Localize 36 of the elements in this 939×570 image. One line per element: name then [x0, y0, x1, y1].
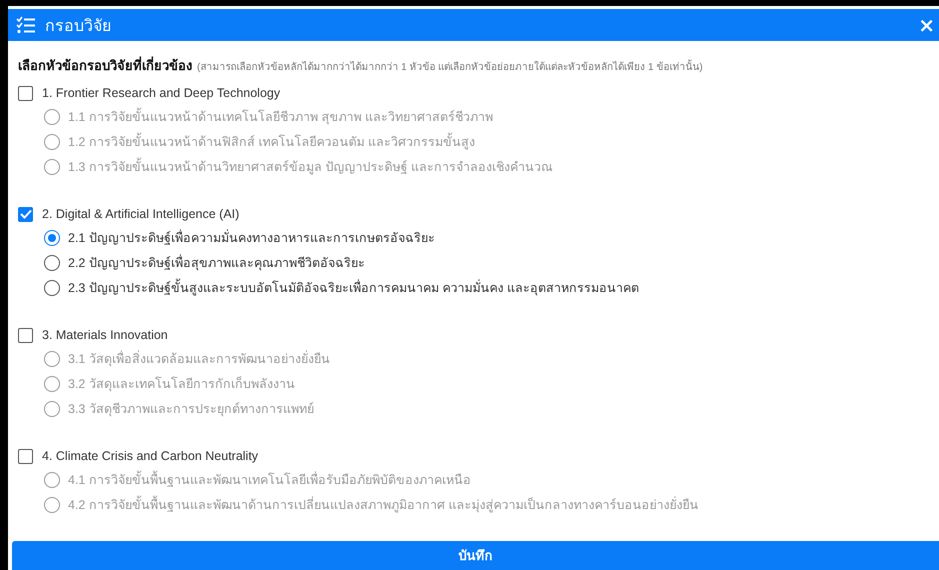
radio-button[interactable] — [44, 472, 60, 488]
radio-button[interactable] — [44, 496, 60, 513]
radio-button[interactable] — [44, 376, 60, 392]
option-label: 1.2 การวิจัยขั้นแนวหน้าด้านฟิสิกส์ เทคโนโลยีควอนตัม และวิศวกรรมขั้นสูง — [68, 132, 475, 152]
checkbox[interactable] — [18, 206, 33, 222]
option-label: 3.3 วัสดุชีวภาพและการประยุกต์ทางการแพทย์ — [68, 400, 314, 418]
radio-button[interactable] — [44, 108, 60, 125]
option-label: 3.2 วัสดุและเทคโนโลยีการกักเก็บพลังงาน — [68, 375, 295, 394]
option-label: 2.1 ปัญญาประดิษฐ์เพื่อความมั่นคงทางอาหารและการเกษตรอัจฉริยะ — [68, 228, 435, 247]
radio-button[interactable] — [44, 254, 60, 271]
window-title: กรอบวิจัย — [45, 16, 111, 37]
radio-button[interactable] — [44, 230, 60, 246]
option-label: 2.3 ปัญญาประดิษฐ์ขั้นสูงและระบบอัตโนมัติอัจฉริยะเพื่อการคมนาคม ความมั่นคง และอุตสาหกรรมอนาคต — [68, 278, 639, 298]
prompt-hint: (สามารถเลือกหัวข้อหลักได้มากกว่าได้มากกว่า 1 หัวข้อ แต่เลือกหัวข้อย่อยภายใต้แต่ละหัวข้อหลักได้เพียง 1 ข้อเท่านั้น) — [197, 59, 703, 74]
checkbox[interactable] — [18, 328, 33, 343]
group-label: 1. Frontier Research and Deep Technology — [42, 86, 280, 100]
option-label: 1.1 การวิจัยขั้นแนวหน้าด้านเทคโนโลยีชีวภาพ สุขภาพ และวิทยาศาสตร์ชีวภาพ — [68, 106, 493, 126]
radio-button[interactable] — [44, 280, 60, 296]
option-label: 2.2 ปัญญาประดิษฐ์เพื่อสุขภาพและคุณภาพชีวิตอัจฉริยะ — [68, 253, 365, 272]
option-label: 4.1 การวิจัยขั้นพื้นฐานและพัฒนาเทคโนโลยีเพื่อรับมือภัยพิบัติของภาคเหนือ — [68, 470, 471, 489]
checkbox[interactable] — [18, 86, 33, 101]
close-button[interactable]: × — [914, 13, 939, 38]
radio-button[interactable] — [44, 400, 60, 417]
group-label: 4. Climate Crisis and Carbon Neutrality — [42, 449, 258, 464]
checklist-icon — [16, 16, 36, 34]
group-label: 2. Digital & Artificial Intelligence (AI) — [42, 207, 240, 222]
radio-button[interactable] — [44, 350, 60, 367]
option-label: 1.3 การวิจัยขั้นแนวหน้าด้านวิทยาศาสตร์ข้อมูล ปัญญาประดิษฐ์ และการจำลองเชิงคำนวณ — [68, 156, 553, 176]
group-label: 3. Materials Innovation — [42, 328, 168, 342]
option-label: 3.1 วัสดุเพื่อสิ่งแวดล้อมและการพัฒนาอย่างยั่งยืน — [68, 349, 330, 368]
save-button[interactable]: บันทึก — [12, 541, 939, 570]
radio-button[interactable] — [44, 134, 60, 150]
checkbox[interactable] — [18, 448, 33, 464]
option-label: 4.2 การวิจัยขั้นพื้นฐานและพัฒนาด้านการเปลี่ยนแปลงสภาพภูมิอากาศ และมุ่งสู่ความเป็นกลางทางคาร์บอนอย่างยั่งยืน — [68, 494, 698, 514]
radio-button[interactable] — [44, 158, 60, 175]
prompt-label: เลือกหัวข้อกรอบวิจัยที่เกี่ยวข้อง — [18, 56, 192, 76]
